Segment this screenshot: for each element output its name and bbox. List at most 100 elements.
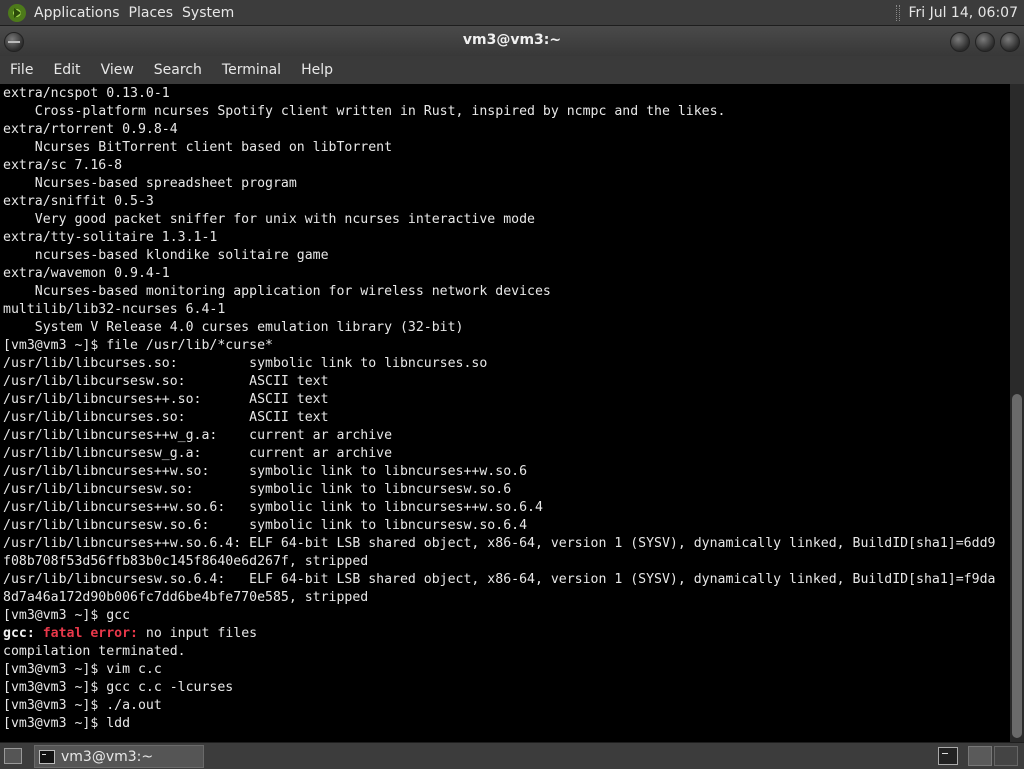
terminal-text: /usr/lib/libncurses++w_g.a: current ar a…	[3, 428, 393, 443]
terminal-line: Ncurses BitTorrent client based on libTo…	[3, 139, 995, 157]
terminal-text: extra/sniffit 0.5-3	[3, 194, 154, 209]
terminal-text: fatal error:	[42, 626, 146, 641]
terminal-text: /usr/lib/libncurses.so: ASCII text	[3, 410, 329, 425]
minimize-button[interactable]	[950, 32, 970, 52]
panel-menu-places[interactable]: Places	[129, 5, 183, 21]
panel-separator	[896, 4, 901, 21]
terminal-line: /usr/lib/libncurses++w.so: symbolic link…	[3, 463, 995, 481]
terminal-line: /usr/lib/libcursesw.so: ASCII text	[3, 373, 995, 391]
terminal-text: extra/ncspot 0.13.0-1	[3, 86, 170, 101]
panel-menu-applications[interactable]: Applications	[34, 5, 129, 21]
terminal-text: f08b708f53d56ffb83b0c145f8640e6d267f, st…	[3, 554, 369, 569]
panel-menu-system[interactable]: System	[182, 5, 243, 21]
terminal-output[interactable]: extra/ncspot 0.13.0-1 Cross-platform ncu…	[0, 84, 1010, 742]
terminal-line: extra/sc 7.16-8	[3, 157, 995, 175]
terminal-line: /usr/lib/libncursesw.so.6: symbolic link…	[3, 517, 995, 535]
terminal-line: [vm3@vm3 ~]$ gcc	[3, 607, 995, 625]
terminal-text: /usr/lib/libncursesw.so.6.4: ELF 64-bit …	[3, 572, 996, 587]
terminal-line: extra/wavemon 0.9.4-1	[3, 265, 995, 283]
terminal-line: extra/ncspot 0.13.0-1	[3, 85, 995, 103]
terminal-line: /usr/lib/libcurses.so: symbolic link to …	[3, 355, 995, 373]
terminal-text: Ncurses-based monitoring application for…	[3, 284, 551, 299]
menu-view[interactable]: View	[91, 62, 144, 78]
terminal-tray-icon[interactable]	[938, 747, 958, 765]
terminal-text: Cross-platform ncurses Spotify client wr…	[3, 104, 726, 119]
window-title: vm3@vm3:~	[462, 32, 562, 48]
scrollbar-thumb[interactable]	[1012, 394, 1022, 738]
terminal-text: gcc:	[3, 626, 43, 641]
terminal-text: [vm3@vm3 ~]$ ./a.out	[3, 698, 162, 713]
terminal-line: 8d7a46a172d90b006fc7dd6be4bfe770e585, st…	[3, 589, 995, 607]
terminal-text: 8d7a46a172d90b006fc7dd6be4bfe770e585, st…	[3, 590, 369, 605]
terminal-text: [vm3@vm3 ~]$ ldd	[3, 716, 131, 731]
terminal-text: /usr/lib/libcursesw.so: ASCII text	[3, 374, 329, 389]
menu-search[interactable]: Search	[144, 62, 212, 78]
taskbar-window-button[interactable]: vm3@vm3:~	[34, 745, 204, 768]
panel-right: Fri Jul 14, 06:07	[896, 4, 1024, 21]
terminal-line: Ncurses-based spreadsheet program	[3, 175, 995, 193]
terminal-line: Very good packet sniffer for unix with n…	[3, 211, 995, 229]
terminal-line: ncurses-based klondike solitaire game	[3, 247, 995, 265]
terminal-line: [vm3@vm3 ~]$ gcc c.c -lcurses	[3, 679, 995, 697]
terminal-text: ncurses-based klondike solitaire game	[3, 248, 329, 263]
terminal-line: /usr/lib/libncurses++.so: ASCII text	[3, 391, 995, 409]
workspace-2[interactable]	[994, 746, 1018, 766]
terminal-line: /usr/lib/libncurses.so: ASCII text	[3, 409, 995, 427]
menu-file[interactable]: File	[0, 62, 43, 78]
terminal-text: multilib/lib32-ncurses 6.4-1	[3, 302, 226, 317]
terminal-text: /usr/lib/libncurses++w.so.6: symbolic li…	[3, 500, 543, 515]
terminal-line: System V Release 4.0 curses emulation li…	[3, 319, 995, 337]
clock[interactable]: Fri Jul 14, 06:07	[908, 5, 1018, 21]
taskbar-window-label: vm3@vm3:~	[61, 748, 154, 765]
terminal-line: Cross-platform ncurses Spotify client wr…	[3, 103, 995, 121]
close-button[interactable]	[1000, 32, 1020, 52]
terminal-line: extra/sniffit 0.5-3	[3, 193, 995, 211]
terminal-text: no input files	[145, 626, 258, 641]
terminal-line: extra/tty-solitaire 1.3.1-1	[3, 229, 995, 247]
terminal-text: [vm3@vm3 ~]$ gcc	[3, 608, 131, 623]
terminal-text: Very good packet sniffer for unix with n…	[3, 212, 535, 227]
terminal-line: /usr/lib/libncursesw.so: symbolic link t…	[3, 481, 995, 499]
terminal-menubar: File Edit View Search Terminal Help	[0, 56, 1024, 84]
terminal-line: [vm3@vm3 ~]$ vim c.c	[3, 661, 995, 679]
terminal-text: /usr/lib/libncursesw.so.6: symbolic link…	[3, 518, 528, 533]
distro-logo-icon[interactable]	[8, 3, 26, 22]
terminal-lines: extra/ncspot 0.13.0-1 Cross-platform ncu…	[3, 85, 995, 733]
terminal-line: [vm3@vm3 ~]$ ./a.out	[3, 697, 995, 715]
top-panel: Applications Places System Fri Jul 14, 0…	[0, 0, 1024, 26]
terminal-line: gcc: fatal error: no input files	[3, 625, 995, 643]
terminal-text: /usr/lib/libncurses++w.so: symbolic link…	[3, 464, 528, 479]
terminal-text: /usr/lib/libncurses++.so: ASCII text	[3, 392, 329, 407]
terminal-line: f08b708f53d56ffb83b0c145f8640e6d267f, st…	[3, 553, 995, 571]
terminal-line: Ncurses-based monitoring application for…	[3, 283, 995, 301]
terminal-text: /usr/lib/libncursesw.so: symbolic link t…	[3, 482, 512, 497]
workspace-1[interactable]	[968, 746, 992, 766]
maximize-button[interactable]	[975, 32, 995, 52]
terminal-line: [vm3@vm3 ~]$ file /usr/lib/*curse*	[3, 337, 995, 355]
terminal-text: extra/rtorrent 0.9.8-4	[3, 122, 178, 137]
terminal-line: /usr/lib/libncursesw.so.6.4: ELF 64-bit …	[3, 571, 995, 589]
terminal-line: /usr/lib/libncursesw_g.a: current ar arc…	[3, 445, 995, 463]
terminal-line: [vm3@vm3 ~]$ ldd	[3, 715, 995, 733]
terminal-text: Ncurses BitTorrent client based on libTo…	[3, 140, 393, 155]
terminal-text: extra/sc 7.16-8	[3, 158, 123, 173]
terminal-text: [vm3@vm3 ~]$ file /usr/lib/*curse*	[3, 338, 273, 353]
menu-help[interactable]: Help	[291, 62, 343, 78]
window-titlebar[interactable]: vm3@vm3:~	[0, 26, 1024, 56]
terminal-text: /usr/lib/libncurses++w.so.6.4: ELF 64-bi…	[3, 536, 996, 551]
terminal-text: /usr/lib/libcurses.so: symbolic link to …	[3, 356, 488, 371]
terminal-line: multilib/lib32-ncurses 6.4-1	[3, 301, 995, 319]
terminal-scrollbar[interactable]	[1010, 84, 1024, 742]
terminal-text: [vm3@vm3 ~]$ vim c.c	[3, 662, 162, 677]
terminal-text: [vm3@vm3 ~]$ gcc c.c -lcurses	[3, 680, 234, 695]
terminal-line: /usr/lib/libncurses++w.so.6.4: ELF 64-bi…	[3, 535, 995, 553]
terminal-line: /usr/lib/libncurses++w.so.6: symbolic li…	[3, 499, 995, 517]
terminal-text: /usr/lib/libncursesw_g.a: current ar arc…	[3, 446, 393, 461]
menu-edit[interactable]: Edit	[43, 62, 90, 78]
menu-terminal[interactable]: Terminal	[212, 62, 291, 78]
terminal-icon	[39, 749, 55, 764]
terminal-text: compilation terminated.	[3, 644, 186, 659]
terminal-line: /usr/lib/libncurses++w_g.a: current ar a…	[3, 427, 995, 445]
terminal-text: System V Release 4.0 curses emulation li…	[3, 320, 464, 335]
show-desktop-icon[interactable]	[4, 748, 22, 764]
